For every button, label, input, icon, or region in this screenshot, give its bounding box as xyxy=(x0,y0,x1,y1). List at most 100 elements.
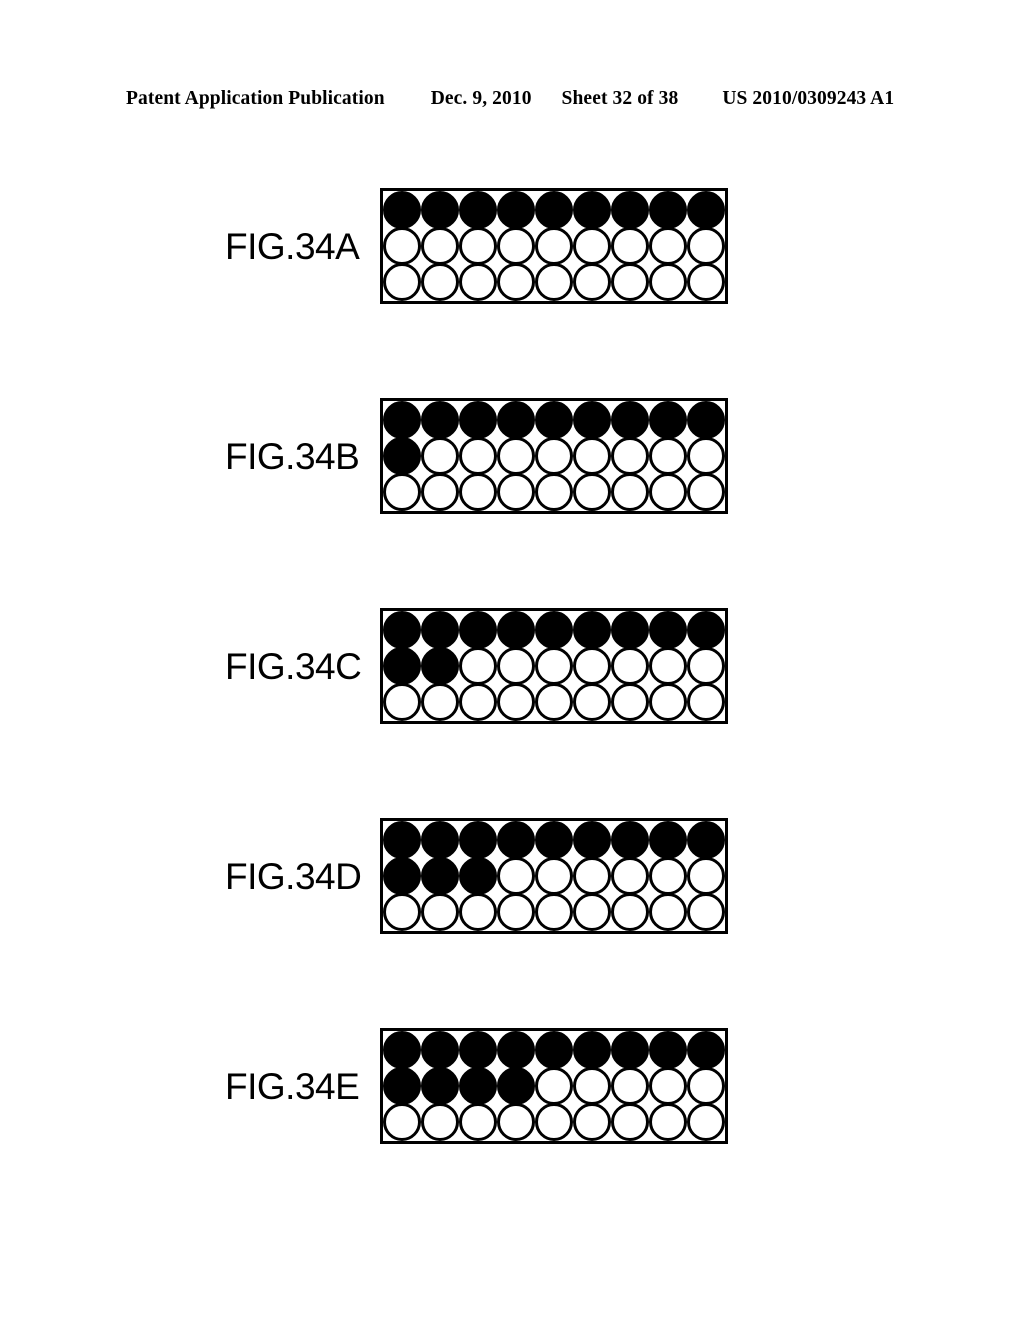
empty-particle-circle xyxy=(611,647,649,685)
filled-particle-circle xyxy=(459,857,497,895)
empty-particle-circle xyxy=(687,857,725,895)
filled-particle-circle xyxy=(459,1031,497,1069)
filled-particle-circle xyxy=(573,191,611,229)
empty-particle-circle xyxy=(535,893,573,931)
empty-particle-circle xyxy=(459,683,497,721)
filled-particle-circle xyxy=(459,611,497,649)
empty-particle-circle xyxy=(649,437,687,475)
empty-particle-circle xyxy=(649,1067,687,1105)
filled-particle-circle xyxy=(611,401,649,439)
empty-particle-circle xyxy=(573,227,611,265)
empty-particle-circle xyxy=(497,473,535,511)
filled-particle-circle xyxy=(649,191,687,229)
empty-particle-circle xyxy=(459,437,497,475)
empty-particle-circle xyxy=(497,857,535,895)
empty-particle-circle xyxy=(611,1067,649,1105)
figure-label: FIG.34B xyxy=(225,435,360,477)
filled-particle-circle xyxy=(383,647,421,685)
filled-particle-circle xyxy=(573,1031,611,1069)
particle-row xyxy=(383,683,725,721)
empty-particle-circle xyxy=(535,437,573,475)
filled-particle-circle xyxy=(383,1067,421,1105)
empty-particle-circle xyxy=(497,893,535,931)
empty-particle-circle xyxy=(573,647,611,685)
filled-particle-circle xyxy=(611,191,649,229)
empty-particle-circle xyxy=(573,437,611,475)
empty-particle-circle xyxy=(573,473,611,511)
filled-particle-circle xyxy=(687,611,725,649)
empty-particle-circle xyxy=(383,263,421,301)
filled-particle-circle xyxy=(383,401,421,439)
filled-particle-circle xyxy=(497,611,535,649)
empty-particle-circle xyxy=(383,227,421,265)
empty-particle-circle xyxy=(611,263,649,301)
empty-particle-circle xyxy=(573,857,611,895)
empty-particle-circle xyxy=(611,227,649,265)
filled-particle-circle xyxy=(459,821,497,859)
empty-particle-circle xyxy=(421,227,459,265)
particle-layer-box xyxy=(380,1028,728,1144)
filled-particle-circle xyxy=(459,191,497,229)
filled-particle-circle xyxy=(497,1031,535,1069)
empty-particle-circle xyxy=(459,1103,497,1141)
empty-particle-circle xyxy=(383,893,421,931)
particle-row xyxy=(383,437,725,475)
empty-particle-circle xyxy=(687,647,725,685)
figure-group-fig-34b: FIG.34B xyxy=(225,391,765,521)
filled-particle-circle xyxy=(497,821,535,859)
filled-particle-circle xyxy=(459,1067,497,1105)
empty-particle-circle xyxy=(497,647,535,685)
figure-group-fig-34d: FIG.34D xyxy=(225,811,765,941)
filled-particle-circle xyxy=(383,857,421,895)
filled-particle-circle xyxy=(459,401,497,439)
empty-particle-circle xyxy=(497,263,535,301)
figure-label: FIG.34E xyxy=(225,1065,360,1107)
figure-label: FIG.34A xyxy=(225,225,360,267)
filled-particle-circle xyxy=(383,437,421,475)
empty-particle-circle xyxy=(611,1103,649,1141)
filled-particle-circle xyxy=(535,611,573,649)
filled-particle-circle xyxy=(421,647,459,685)
filled-particle-circle xyxy=(421,1031,459,1069)
empty-particle-circle xyxy=(573,1067,611,1105)
figure-group-fig-34e: FIG.34E xyxy=(225,1021,765,1151)
particle-row xyxy=(383,611,725,649)
filled-particle-circle xyxy=(649,1031,687,1069)
empty-particle-circle xyxy=(611,473,649,511)
empty-particle-circle xyxy=(421,263,459,301)
empty-particle-circle xyxy=(535,647,573,685)
empty-particle-circle xyxy=(649,893,687,931)
figure-label: FIG.34D xyxy=(225,855,362,897)
particle-row xyxy=(383,893,725,931)
filled-particle-circle xyxy=(573,401,611,439)
filled-particle-circle xyxy=(649,611,687,649)
filled-particle-circle xyxy=(497,191,535,229)
particle-row xyxy=(383,857,725,895)
particle-row xyxy=(383,647,725,685)
empty-particle-circle xyxy=(497,683,535,721)
empty-particle-circle xyxy=(421,437,459,475)
empty-particle-circle xyxy=(535,1067,573,1105)
filled-particle-circle xyxy=(611,1031,649,1069)
empty-particle-circle xyxy=(535,683,573,721)
particle-grid xyxy=(383,821,725,931)
empty-particle-circle xyxy=(687,473,725,511)
figure-group-fig-34c: FIG.34C xyxy=(225,601,765,731)
empty-particle-circle xyxy=(649,263,687,301)
empty-particle-circle xyxy=(459,473,497,511)
particle-row xyxy=(383,1031,725,1069)
empty-particle-circle xyxy=(611,683,649,721)
empty-particle-circle xyxy=(649,857,687,895)
particle-layer-box xyxy=(380,608,728,724)
empty-particle-circle xyxy=(573,263,611,301)
filled-particle-circle xyxy=(687,191,725,229)
filled-particle-circle xyxy=(421,1067,459,1105)
filled-particle-circle xyxy=(383,611,421,649)
empty-particle-circle xyxy=(649,647,687,685)
particle-row xyxy=(383,401,725,439)
particle-row xyxy=(383,191,725,229)
empty-particle-circle xyxy=(611,893,649,931)
empty-particle-circle xyxy=(459,263,497,301)
filled-particle-circle xyxy=(497,1067,535,1105)
filled-particle-circle xyxy=(421,821,459,859)
